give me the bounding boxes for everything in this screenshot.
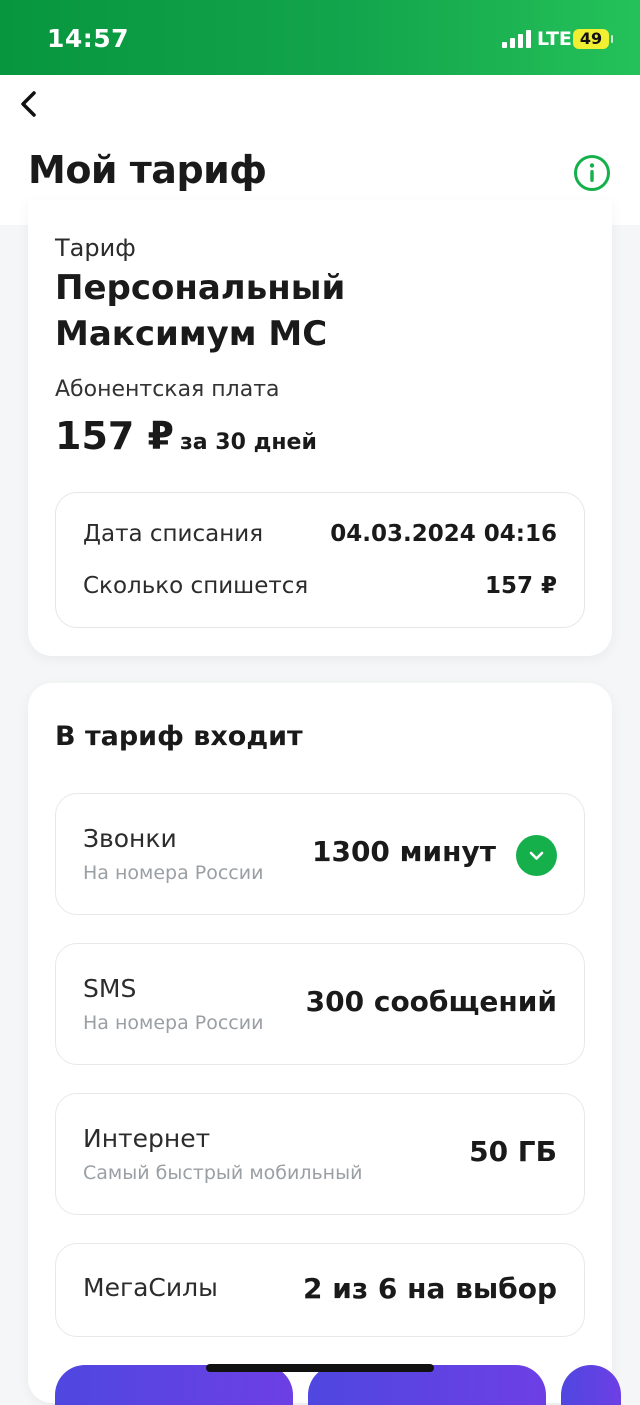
charge-date-value: 04.03.2024 04:16	[330, 521, 557, 547]
item-name: Интернет	[83, 1124, 211, 1153]
price-period: за 30 дней	[180, 430, 317, 455]
tariff-name-line1: Персональный	[55, 268, 346, 308]
status-bar: 14:57 LTE 49	[0, 0, 640, 75]
price-value: 157 ₽	[55, 414, 174, 458]
charge-info: Дата списания 04.03.2024 04:16 Сколько с…	[55, 492, 585, 628]
battery-level: 49	[579, 29, 603, 48]
item-name: SMS	[83, 974, 137, 1003]
signal-icon	[502, 30, 532, 48]
include-calls[interactable]: Звонки На номера России 1300 минут	[55, 793, 585, 915]
item-sub: На номера России	[83, 862, 264, 884]
item-sub: Самый быстрый мобильный	[83, 1162, 363, 1184]
info-button[interactable]	[573, 154, 611, 192]
item-value: 1300 минут	[311, 835, 496, 868]
item-value: 2 из 6 на выбор	[303, 1272, 557, 1305]
item-value: 300 сообщений	[305, 985, 557, 1018]
include-internet[interactable]: Интернет Самый быстрый мобильный 50 ГБ	[55, 1093, 585, 1215]
battery-icon: 49	[573, 29, 613, 49]
home-indicator[interactable]	[206, 1364, 434, 1372]
chevron-down-icon	[529, 851, 544, 860]
back-button[interactable]	[16, 88, 44, 120]
fee-price: 157 ₽ за 30 дней	[55, 414, 317, 458]
fee-label: Абонентская плата	[55, 377, 280, 402]
tariff-card: Тариф Персональный Максимум МС Абонентск…	[28, 200, 612, 656]
tariff-name-line2: Максимум МС	[55, 314, 328, 354]
item-name: МегаСилы	[83, 1273, 218, 1302]
item-name: Звонки	[83, 824, 177, 853]
includes-title: В тариф входит	[55, 721, 303, 752]
include-megasily[interactable]: МегаСилы 2 из 6 на выбор	[55, 1243, 585, 1337]
chevron-left-icon	[21, 91, 36, 117]
item-sub: На номера России	[83, 1012, 264, 1034]
info-icon	[574, 155, 610, 191]
charge-amount-value: 157 ₽	[484, 573, 557, 599]
tariff-label: Тариф	[55, 234, 136, 262]
charge-date-label: Дата списания	[83, 521, 264, 547]
item-value: 50 ГБ	[469, 1135, 557, 1168]
include-sms[interactable]: SMS На номера России 300 сообщений	[55, 943, 585, 1065]
charge-amount-label: Сколько спишется	[83, 573, 309, 599]
expand-button[interactable]	[516, 835, 557, 876]
network-type: LTE	[537, 28, 572, 50]
includes-card: В тариф входит Звонки На номера России 1…	[28, 683, 612, 1403]
page-title: Мой тариф	[28, 148, 267, 192]
status-time: 14:57	[47, 24, 130, 53]
